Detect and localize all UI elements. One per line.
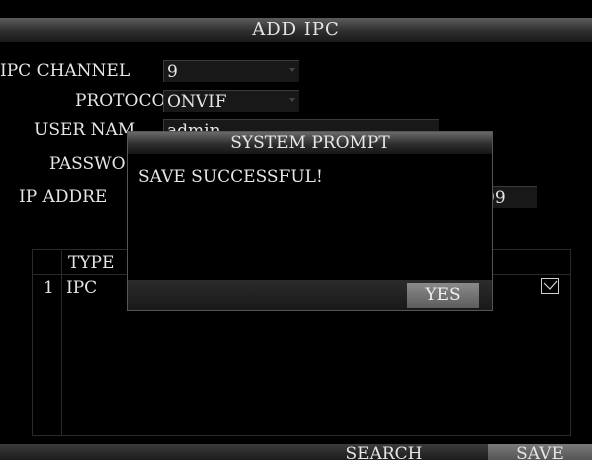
channel-value: 9 — [167, 62, 178, 82]
system-prompt-dialog: SYSTEM PROMPT SAVE SUCCESSFUL! YES — [127, 131, 493, 311]
check-icon — [543, 280, 558, 290]
row-index: 1 — [43, 278, 54, 298]
search-button[interactable]: SEARCH — [339, 444, 429, 460]
chevron-down-icon — [289, 68, 295, 72]
save-button[interactable]: SAVE — [488, 444, 592, 460]
dialog-title: SYSTEM PROMPT — [128, 132, 492, 154]
username-label: USER NAM — [34, 120, 136, 140]
protocol-value: ONVIF — [167, 92, 227, 112]
window-title: ADD IPC — [0, 18, 592, 42]
channel-select[interactable]: 9 — [163, 60, 299, 82]
dialog-message: SAVE SUCCESSFUL! — [138, 167, 323, 187]
ip-label: IP ADDRE — [19, 187, 108, 207]
row-checkbox[interactable] — [541, 278, 559, 294]
yes-button[interactable]: YES — [407, 283, 479, 308]
chevron-down-icon — [289, 98, 295, 102]
protocol-label: PROTOCO — [75, 91, 166, 111]
password-label: PASSWO — [49, 154, 126, 174]
protocol-select[interactable]: ONVIF — [163, 90, 299, 112]
column-header-type: TYPE — [68, 253, 115, 273]
table-divider — [61, 250, 62, 435]
channel-label: IPC CHANNEL — [0, 61, 131, 81]
row-type: IPC — [66, 278, 98, 298]
